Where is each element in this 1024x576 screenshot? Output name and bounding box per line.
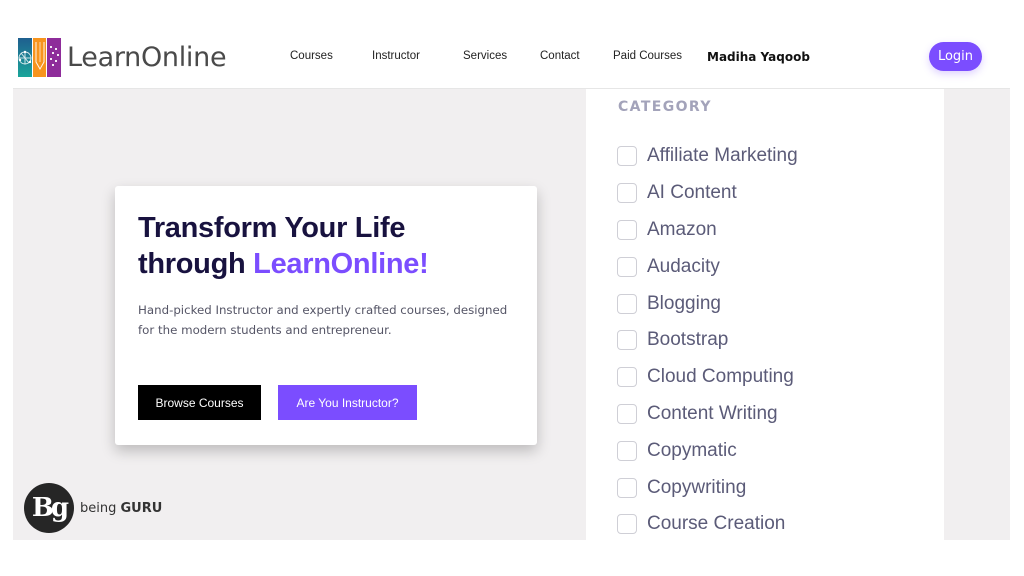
hero-title-prefix: through [138, 248, 254, 280]
nav-instructor[interactable]: Instructor [372, 50, 420, 62]
category-item[interactable]: Copymatic [617, 432, 798, 469]
category-checkbox[interactable] [617, 293, 637, 314]
category-item[interactable]: Cloud Computing [617, 359, 798, 396]
category-item[interactable]: Bootstrap [617, 322, 798, 359]
hero-subtitle: Hand-picked Instructor and expertly craf… [138, 303, 508, 337]
logo-mark-icon [18, 38, 62, 77]
logo-text: LearnOnline [67, 42, 227, 73]
hero-title-accent: LearnOnline! [253, 248, 429, 280]
category-label: Audacity [647, 255, 720, 277]
category-title: CATEGORY [618, 99, 712, 115]
category-label: Cloud Computing [647, 366, 794, 388]
hero-card: Transform Your Life through LearnOnline!… [115, 186, 537, 445]
category-checkbox[interactable] [617, 146, 637, 167]
category-item[interactable]: Affiliate Marketing [617, 138, 798, 175]
category-label: Copywriting [647, 476, 747, 498]
browse-courses-button[interactable]: Browse Courses [138, 385, 261, 420]
category-label: Copymatic [647, 439, 737, 461]
category-checkbox[interactable] [617, 256, 637, 277]
category-checkbox[interactable] [617, 330, 637, 351]
nav-contact[interactable]: Contact [540, 50, 580, 62]
login-button[interactable]: Login [929, 42, 982, 71]
category-checkbox[interactable] [617, 367, 637, 388]
category-label: Bootstrap [647, 329, 729, 351]
category-label: Content Writing [647, 402, 778, 424]
category-checkbox[interactable] [617, 219, 637, 240]
category-checkbox[interactable] [617, 477, 637, 498]
watermark-text-bold: GURU [120, 500, 163, 516]
category-label: Amazon [647, 218, 717, 240]
category-checkbox[interactable] [617, 514, 637, 535]
hero-title-line1: Transform Your Life [138, 212, 406, 244]
are-you-instructor-button[interactable]: Are You Instructor? [278, 385, 417, 420]
category-item[interactable]: Amazon [617, 212, 798, 249]
being-guru-logo-icon: Bg [24, 483, 74, 533]
category-label: AI Content [647, 182, 737, 204]
nav-user-name[interactable]: Madiha Yaqoob [707, 50, 810, 64]
nav-courses[interactable]: Courses [290, 50, 333, 62]
category-list: Affiliate Marketing AI Content Amazon Audac… [617, 138, 798, 543]
category-checkbox[interactable] [617, 403, 637, 424]
nav-paid-courses[interactable]: Paid Courses [613, 50, 682, 62]
right-gutter [944, 88, 1010, 540]
category-checkbox[interactable] [617, 183, 637, 204]
category-item[interactable]: Content Writing [617, 396, 798, 433]
site-header: LearnOnline Courses Instructor Services … [0, 0, 1024, 88]
category-checkbox[interactable] [617, 440, 637, 461]
category-item[interactable]: Course Creation [617, 506, 798, 543]
being-guru-text: being GURU [80, 501, 162, 516]
category-label: Course Creation [647, 513, 786, 535]
category-item[interactable]: Copywriting [617, 469, 798, 506]
category-item[interactable]: Blogging [617, 285, 798, 322]
logo[interactable]: LearnOnline [18, 38, 227, 77]
category-label: Affiliate Marketing [647, 145, 798, 167]
hero-title: Transform Your Life through LearnOnline! [138, 210, 528, 282]
category-item[interactable]: Audacity [617, 248, 798, 285]
category-label: Blogging [647, 292, 721, 314]
being-guru-watermark: Bg being GURU [24, 483, 162, 533]
nav-services[interactable]: Services [463, 50, 507, 62]
watermark-text-light: being [80, 500, 121, 516]
category-item[interactable]: AI Content [617, 175, 798, 212]
